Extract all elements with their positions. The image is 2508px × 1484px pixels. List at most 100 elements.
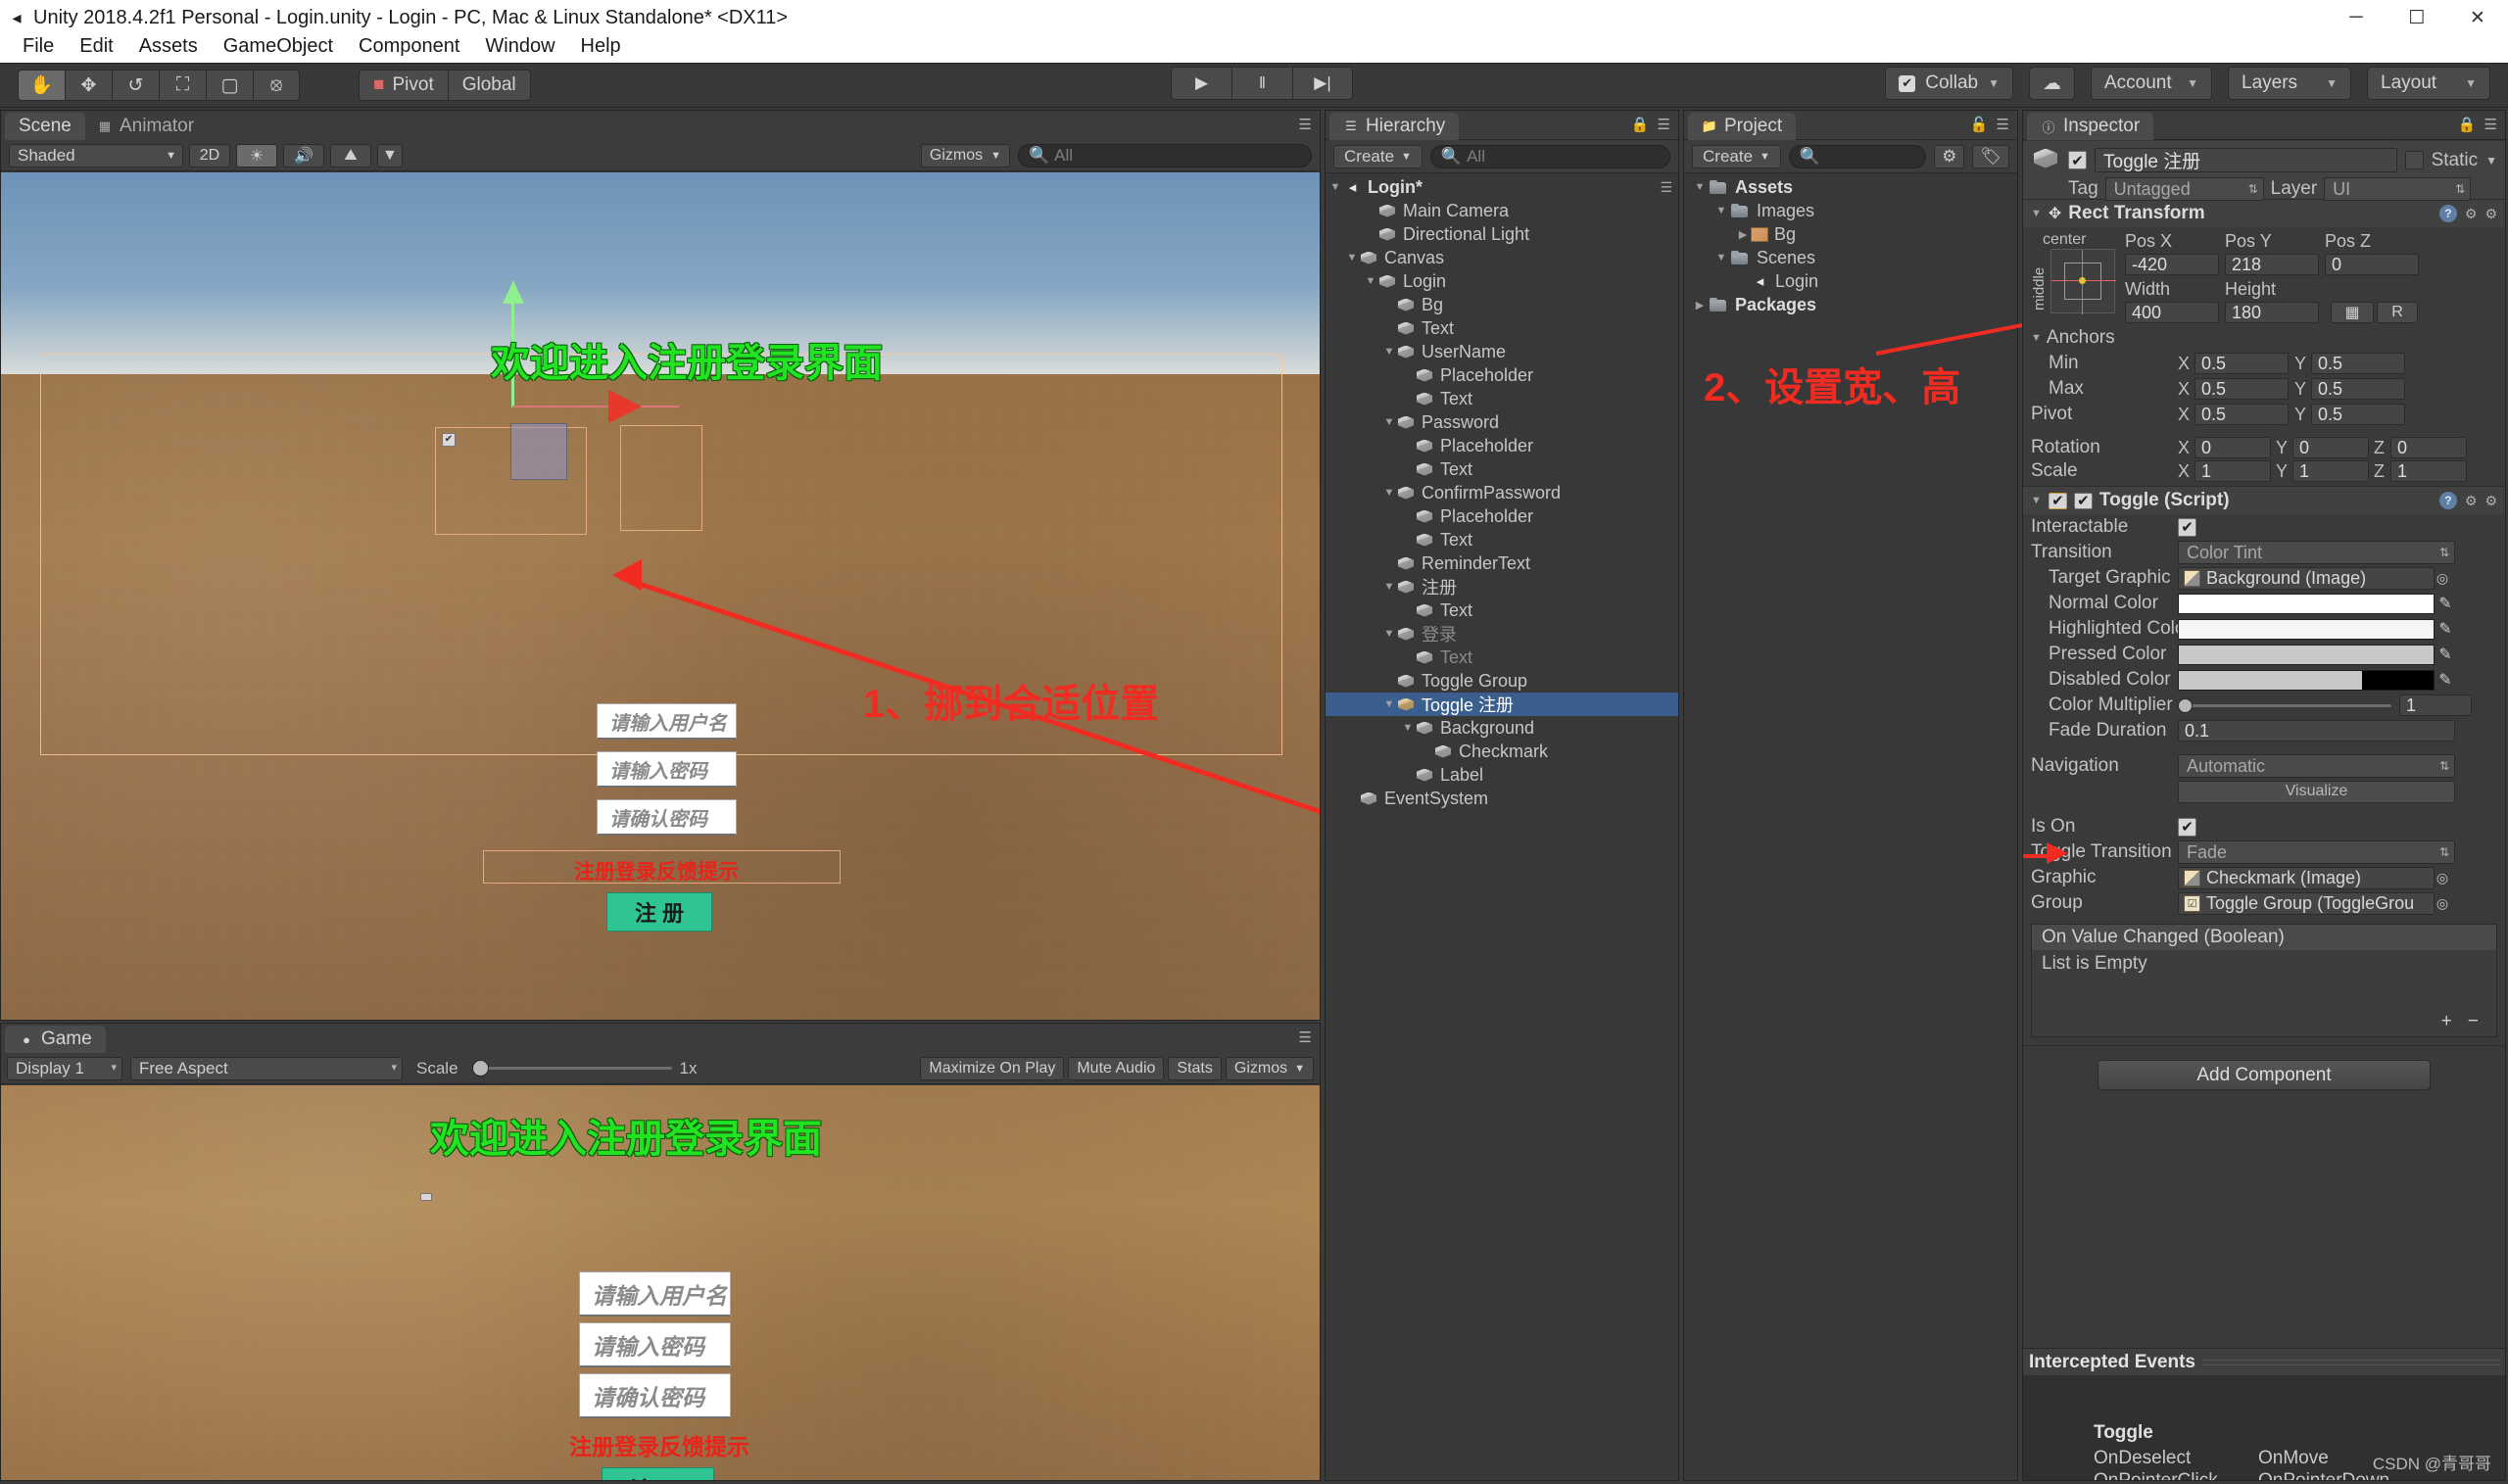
object-picker-icon[interactable]: ◎	[2435, 895, 2450, 912]
hierarchy-item-label[interactable]: ▶Label	[1326, 763, 1678, 787]
scene-submit-button[interactable]: 注 册	[606, 892, 712, 932]
project-item-bg[interactable]: ▶ Bg	[1684, 222, 2017, 246]
anchor-max-y-field[interactable]: 0.5	[2311, 378, 2405, 400]
fade-duration-field[interactable]: 0.1	[2178, 720, 2455, 742]
normal-color-swatch[interactable]	[2178, 593, 2435, 614]
hierarchy-item-placeholder[interactable]: ▶Placeholder	[1326, 434, 1678, 457]
color-multiplier-field[interactable]: 1	[2399, 694, 2472, 716]
hierarchy-item-password[interactable]: ▼ Password	[1326, 410, 1678, 434]
scene-password-input[interactable]: 请输入密码	[597, 751, 737, 788]
scale-x-field[interactable]: 1	[2194, 460, 2271, 482]
chevron-down-icon[interactable]: ▼	[1381, 581, 1397, 593]
chevron-down-icon[interactable]: ▼	[1381, 698, 1397, 710]
lock-icon[interactable]: 🔒	[1631, 116, 1650, 133]
hierarchy-search-input[interactable]: 🔍 All	[1429, 144, 1670, 168]
hierarchy-item-confirmpassword[interactable]: ▼ ConfirmPassword	[1326, 481, 1678, 504]
hierarchy-item-toggle-group[interactable]: ▶Toggle Group	[1326, 669, 1678, 693]
rotation-z-field[interactable]: 0	[2390, 437, 2467, 458]
game-gizmos-button[interactable]: Gizmos ▼	[1225, 1056, 1314, 1080]
game-username-input[interactable]: 请输入用户名	[579, 1271, 731, 1316]
tab-game[interactable]: ● Game	[5, 1026, 106, 1053]
hierarchy-item-toggle-注册[interactable]: ▼ Toggle 注册	[1326, 693, 1678, 716]
preset-icon[interactable]: ⚙	[2465, 493, 2478, 509]
pause-button[interactable]: ‖	[1231, 67, 1292, 100]
hierarchy-item-text[interactable]: ▶Text	[1326, 387, 1678, 410]
chevron-down-icon[interactable]: ▼	[1381, 346, 1397, 358]
chevron-down-icon[interactable]: ▼	[1381, 487, 1397, 499]
chevron-right-icon[interactable]: ▶	[1692, 299, 1708, 311]
hierarchy-item-username[interactable]: ▼ UserName	[1326, 340, 1678, 363]
hierarchy-item-text[interactable]: ▶Text	[1326, 457, 1678, 481]
scale-y-field[interactable]: 1	[2292, 460, 2369, 482]
layer-dropdown[interactable]: UI ⇅	[2324, 177, 2472, 201]
scale-slider[interactable]	[466, 1060, 672, 1077]
transform-tool-icon[interactable]: ⦻	[253, 70, 300, 101]
move-tool-icon[interactable]: ✥	[65, 70, 112, 101]
graphic-field[interactable]: Checkmark (Image)	[2178, 866, 2435, 889]
chevron-down-icon[interactable]: ▼	[1344, 252, 1360, 263]
scene-username-input[interactable]: 请输入用户名	[597, 703, 737, 740]
hierarchy-scene-root[interactable]: ▼ ◂ Login* ☰	[1326, 175, 1678, 199]
project-item-login[interactable]: ▶◂Login	[1684, 269, 2017, 293]
tab-scene[interactable]: Scene	[5, 113, 85, 140]
pivot-y-field[interactable]: 0.5	[2311, 404, 2405, 425]
rotation-x-field[interactable]: 0	[2194, 437, 2271, 458]
menu-item-component[interactable]: Component	[346, 33, 472, 60]
width-field[interactable]: 400	[2125, 302, 2219, 323]
is-on-checkbox[interactable]: ✔	[2178, 817, 2196, 837]
toggle-background-graphic[interactable]	[510, 423, 567, 480]
gear-icon[interactable]: ⚙	[2484, 206, 2497, 222]
game-toggle-graphic[interactable]	[420, 1193, 432, 1201]
aspect-dropdown[interactable]: Free Aspect ▾	[130, 1056, 403, 1080]
scene-audio-icon[interactable]: 🔊	[283, 143, 324, 168]
chevron-down-icon[interactable]: ▼	[1381, 628, 1397, 640]
anchor-min-y-field[interactable]: 0.5	[2311, 353, 2405, 374]
static-checkbox[interactable]: ✔	[2404, 151, 2424, 169]
scale-slider-knob[interactable]	[471, 1060, 489, 1077]
interactable-checkbox[interactable]: ✔	[2178, 517, 2196, 537]
project-item-images[interactable]: ▼ Images	[1684, 199, 2017, 222]
disabled-color-swatch[interactable]	[2178, 669, 2435, 691]
chevron-down-icon[interactable]: ▼	[2031, 332, 2042, 344]
tab-hierarchy[interactable]: ☰ Hierarchy	[1329, 113, 1460, 140]
remove-listener-button[interactable]: −	[2468, 1011, 2479, 1032]
menu-item-gameobject[interactable]: GameObject	[211, 33, 346, 60]
object-name-field[interactable]: Toggle 注册	[2095, 148, 2397, 172]
object-picker-icon[interactable]: ◎	[2435, 570, 2450, 587]
collab-button[interactable]: ✔ Collab ▼	[1885, 67, 2013, 100]
rect-transform-header[interactable]: ▼ ✥ Rect Transform ? ⚙ ⚙	[2023, 200, 2505, 227]
hierarchy-item-checkmark[interactable]: ▶Checkmark	[1326, 740, 1678, 763]
chevron-right-icon[interactable]: ▶	[1735, 228, 1751, 241]
stats-button[interactable]: Stats	[1168, 1056, 1222, 1080]
toggle-script-header[interactable]: ▼ ✔ ✔ Toggle (Script) ? ⚙ ⚙	[2023, 487, 2505, 514]
scene-lighting-icon[interactable]: ☀	[236, 143, 277, 168]
project-item-assets[interactable]: ▼ Assets	[1684, 175, 2017, 199]
chevron-down-icon[interactable]: ▼	[1713, 252, 1729, 263]
mute-audio-button[interactable]: Mute Audio	[1068, 1056, 1165, 1080]
hierarchy-create-button[interactable]: Create ▼	[1333, 144, 1423, 168]
scene-effects-dropdown[interactable]: ▼	[377, 143, 403, 168]
anchor-min-x-field[interactable]: 0.5	[2194, 353, 2289, 374]
hierarchy-item-canvas[interactable]: ▼ Canvas	[1326, 246, 1678, 269]
scene-gizmos-button[interactable]: Gizmos ▼	[920, 143, 1010, 168]
help-icon[interactable]: ?	[2438, 492, 2457, 509]
panel-menu-icon[interactable]: ☰	[2484, 116, 2497, 133]
game-panel-menu-icon[interactable]: ☰	[1299, 1029, 1312, 1046]
play-button[interactable]: ▶	[1171, 67, 1231, 100]
scene-search-input[interactable]: 🔍 All	[1018, 143, 1312, 168]
hierarchy-item-bg[interactable]: ▶Bg	[1326, 293, 1678, 316]
filter-by-label-icon[interactable]: 🏷	[1972, 144, 2009, 168]
chevron-down-icon[interactable]: ▼	[1400, 722, 1416, 734]
hierarchy-item-directional-light[interactable]: ▶Directional Light	[1326, 222, 1678, 246]
group-field[interactable]: ☑ Toggle Group (ToggleGrou	[2178, 891, 2435, 915]
chevron-down-icon[interactable]: ▼	[2485, 154, 2497, 168]
toggle-checkbox-graphic[interactable]: ✔	[442, 433, 456, 447]
gizmo-axis-x-arrow[interactable]	[608, 390, 642, 423]
menu-item-file[interactable]: File	[10, 33, 67, 60]
cloud-button[interactable]: ☁	[2029, 67, 2075, 100]
chevron-down-icon[interactable]: ▼	[1363, 275, 1378, 287]
panel-menu-icon[interactable]: ☰	[1658, 116, 1670, 133]
hierarchy-item-登录[interactable]: ▼ 登录	[1326, 622, 1678, 646]
project-search-input[interactable]: 🔍	[1788, 144, 1927, 168]
game-viewport[interactable]: 欢迎进入注册登录界面 请输入用户名 请输入密码 请确认密码 注册登录反馈提示 注…	[1, 1085, 1320, 1480]
